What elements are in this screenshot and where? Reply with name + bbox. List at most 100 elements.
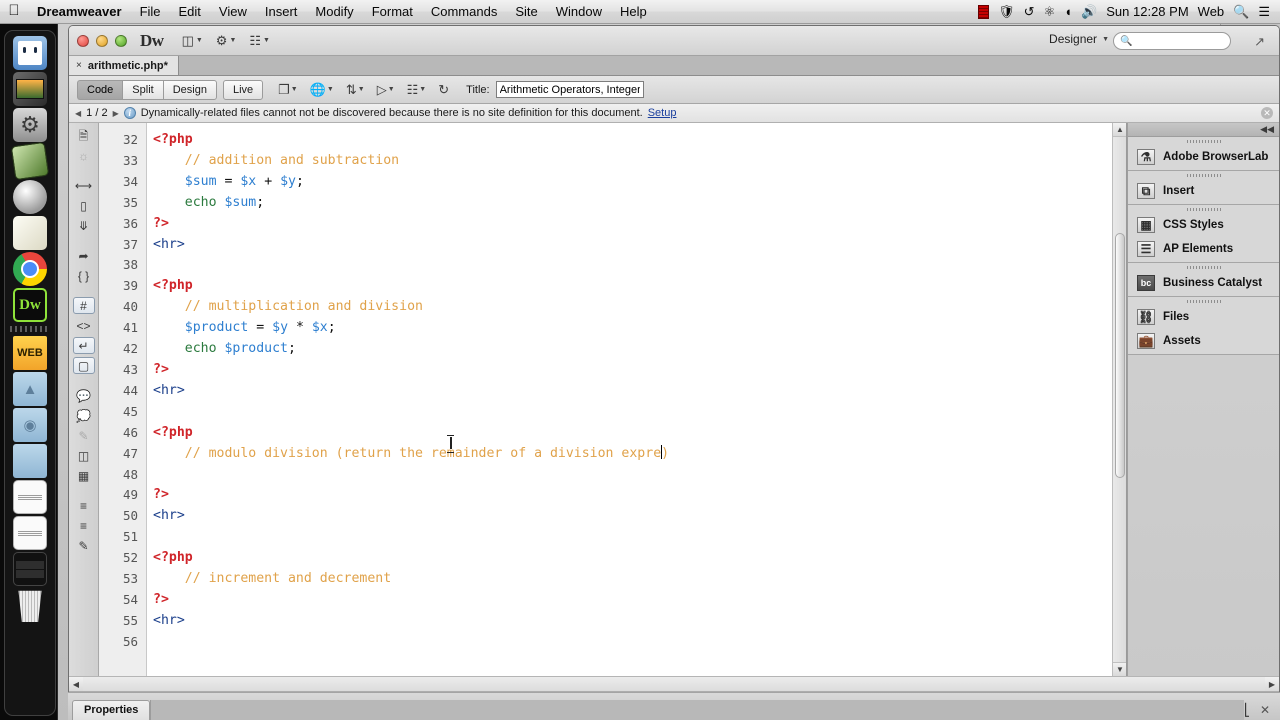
spotlight-search-icon[interactable]: 🔍 bbox=[1233, 5, 1249, 18]
menu-edit[interactable]: Edit bbox=[170, 0, 210, 24]
code-line[interactable]: <hr> bbox=[153, 235, 1126, 256]
code-line[interactable] bbox=[153, 402, 1126, 423]
document-tab-arithmetic-php[interactable]: × arithmetic.php* bbox=[69, 56, 179, 75]
help-search-input[interactable] bbox=[1136, 35, 1227, 47]
panel-item-assets[interactable]: 💼 Assets bbox=[1128, 330, 1279, 354]
help-search-box[interactable]: 🔍 bbox=[1113, 32, 1231, 50]
collapse-outside-selection-icon[interactable]: ▯ bbox=[73, 197, 95, 214]
collapse-panels-button[interactable]: ◀◀ bbox=[1128, 123, 1279, 137]
multiscreen-icon[interactable]: ❐ ▼ bbox=[275, 82, 301, 98]
panel-item-insert[interactable]: ⧉ Insert bbox=[1128, 180, 1279, 204]
dock-item-green-app[interactable] bbox=[10, 141, 50, 181]
code-line[interactable]: <hr> bbox=[153, 611, 1126, 632]
scroll-up-icon[interactable]: ▲ bbox=[1113, 123, 1126, 137]
panel-drag-handle[interactable] bbox=[1128, 171, 1279, 180]
scroll-right-icon[interactable]: ▶ bbox=[1265, 677, 1279, 691]
scroll-left-icon[interactable]: ◀ bbox=[69, 677, 83, 691]
extend-dreamweaver-button[interactable]: ⚙ ▼ bbox=[213, 33, 240, 48]
file-management-icon[interactable]: ⇅ ▼ bbox=[343, 82, 368, 98]
panel-drag-handle[interactable] bbox=[1128, 205, 1279, 214]
outdent-code-icon[interactable]: ≡ bbox=[73, 517, 95, 534]
syntax-colors-icon[interactable]: ▢ bbox=[72, 357, 95, 374]
dock-item-downloads-folder[interactable]: ◉ bbox=[13, 408, 47, 442]
close-window-button[interactable] bbox=[77, 34, 89, 47]
document-title-input[interactable] bbox=[495, 81, 644, 98]
expand-all-icon[interactable]: ⤋ bbox=[73, 217, 95, 234]
panel-drag-handle[interactable] bbox=[1128, 263, 1279, 272]
code-line[interactable]: ?> bbox=[153, 214, 1126, 235]
panel-options-icon[interactable]: ⎣ bbox=[1244, 703, 1250, 717]
expand-window-icon[interactable]: ↗ bbox=[1254, 34, 1265, 50]
code-line[interactable] bbox=[153, 465, 1126, 486]
code-editor[interactable]: 32 33 34 35 36 37 38 39 40 41 42 43 44 45 46 47 48 49 50 51… bbox=[99, 123, 1127, 676]
code-line[interactable]: // multiplication and division bbox=[153, 297, 1126, 318]
menu-insert[interactable]: Insert bbox=[256, 0, 307, 24]
check-browser-compatibility-icon[interactable]: ▷ ▼ bbox=[374, 82, 398, 98]
menu-dreamweaver[interactable]: Dreamweaver bbox=[28, 0, 131, 24]
apple-menu-icon[interactable]:  bbox=[0, 3, 28, 20]
code-line[interactable]: // modulo division (return the remainder… bbox=[153, 444, 1126, 465]
dock-item-documents-folder[interactable] bbox=[13, 444, 47, 478]
view-live-button[interactable]: Live bbox=[222, 79, 264, 100]
dock-item-finder[interactable] bbox=[13, 36, 47, 70]
dock-item-moon-app[interactable] bbox=[13, 180, 47, 214]
shield-icon[interactable]: 🛡 bbox=[998, 5, 1015, 18]
indent-code-icon[interactable]: ≡ bbox=[73, 497, 95, 514]
code-line[interactable]: <?php bbox=[153, 276, 1126, 297]
code-line[interactable]: $product = $y * $x; bbox=[153, 318, 1126, 339]
dock-item-scanned-document[interactable] bbox=[13, 516, 47, 550]
code-line[interactable]: <?php bbox=[153, 548, 1126, 569]
menubar-clock[interactable]: Sun 12:28 PM bbox=[1106, 4, 1188, 19]
line-numbers-icon[interactable]: # bbox=[72, 297, 95, 314]
panel-item-adobe-browserlab[interactable]: ⚗ Adobe BrowserLab bbox=[1128, 146, 1279, 170]
apply-comment-icon[interactable]: 💬 bbox=[73, 387, 95, 404]
workspace-switcher[interactable]: Designer ▼ bbox=[1049, 32, 1109, 46]
preview-browser-icon[interactable]: 🌐 ▼ bbox=[307, 82, 337, 98]
menubar-user[interactable]: Web bbox=[1198, 4, 1225, 19]
open-documents-icon[interactable]: 🗎 bbox=[73, 127, 95, 144]
wrap-tag-icon[interactable]: ✎ bbox=[73, 427, 95, 444]
apply-word-wrap-icon[interactable]: ↵ bbox=[72, 337, 95, 354]
previous-message-icon[interactable]: ◀ bbox=[75, 109, 81, 118]
dock-item-dreamweaver[interactable]: Dw bbox=[13, 288, 47, 322]
recent-snippets-icon[interactable]: ◫ bbox=[73, 447, 95, 464]
menu-view[interactable]: View bbox=[210, 0, 256, 24]
dock-item-film-strip[interactable] bbox=[13, 552, 47, 586]
collapse-full-tag-icon[interactable]: ⟷ bbox=[73, 177, 95, 194]
menu-window[interactable]: Window bbox=[547, 0, 611, 24]
view-design-button[interactable]: Design bbox=[162, 79, 217, 100]
scroll-down-icon[interactable]: ▼ bbox=[1113, 662, 1126, 676]
menu-format[interactable]: Format bbox=[363, 0, 422, 24]
code-line[interactable]: $sum = $x + $y; bbox=[153, 172, 1126, 193]
panel-item-files[interactable]: ⛓ Files bbox=[1128, 306, 1279, 330]
close-properties-icon[interactable]: ✕ bbox=[1260, 703, 1270, 717]
show-code-navigator-icon[interactable]: ☼ bbox=[73, 147, 95, 164]
dock-item-notes[interactable] bbox=[13, 216, 47, 250]
panel-drag-handle[interactable] bbox=[1128, 297, 1279, 306]
zoom-window-button[interactable] bbox=[115, 34, 127, 47]
code-line[interactable] bbox=[153, 255, 1126, 276]
dock-item-system-preferences[interactable]: ⚙ bbox=[13, 108, 47, 142]
code-line[interactable] bbox=[153, 527, 1126, 548]
view-code-button[interactable]: Code bbox=[77, 79, 123, 100]
layout-switcher-button[interactable]: ◫ ▼ bbox=[179, 33, 206, 48]
move-css-rules-icon[interactable]: ▦ bbox=[73, 467, 95, 484]
refresh-icon[interactable]: ↻ bbox=[435, 82, 452, 98]
close-tab-icon[interactable]: × bbox=[76, 60, 82, 71]
wifi-icon[interactable]: ◖ bbox=[1064, 5, 1072, 18]
code-line[interactable]: <?php bbox=[153, 130, 1126, 151]
validate-markup-icon[interactable]: ☷ ▼ bbox=[404, 82, 430, 98]
dock-item-web-folder[interactable]: WEB bbox=[13, 336, 47, 370]
code-line[interactable]: ?> bbox=[153, 360, 1126, 381]
select-parent-tag-icon[interactable]: ➦ bbox=[73, 247, 95, 264]
properties-tab[interactable]: Properties bbox=[72, 700, 151, 720]
code-line[interactable]: echo $sum; bbox=[153, 193, 1126, 214]
panel-drag-handle[interactable] bbox=[1128, 137, 1279, 146]
menu-help[interactable]: Help bbox=[611, 0, 656, 24]
close-infobar-icon[interactable]: ✕ bbox=[1261, 107, 1273, 119]
panel-item-business-catalyst[interactable]: bc Business Catalyst bbox=[1128, 272, 1279, 296]
dock-item-chrome[interactable] bbox=[13, 252, 47, 286]
balance-braces-icon[interactable]: { } bbox=[73, 267, 95, 284]
menu-file[interactable]: File bbox=[131, 0, 170, 24]
minimize-window-button[interactable] bbox=[96, 34, 108, 47]
